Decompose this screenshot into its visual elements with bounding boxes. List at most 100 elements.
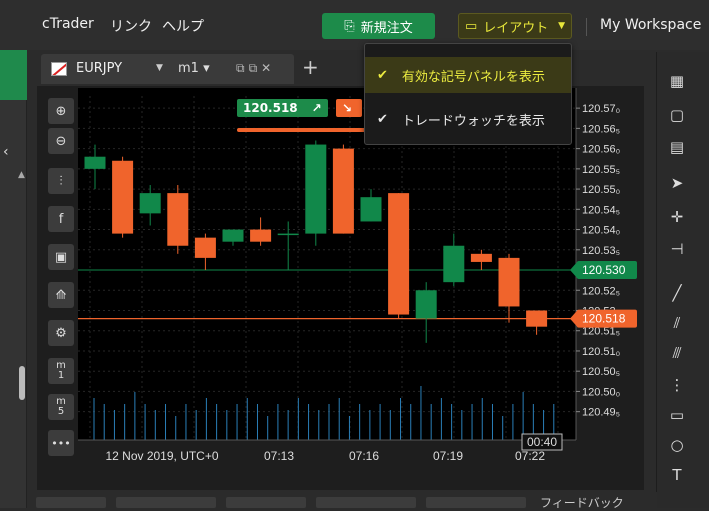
y-tick-label: 120.52₅ xyxy=(582,285,620,297)
single-layout-icon[interactable]: ▢ xyxy=(666,104,688,126)
candle-body xyxy=(415,290,437,319)
workspace-label[interactable]: My Workspace xyxy=(600,17,701,33)
check-icon: ✔ xyxy=(377,67,388,83)
add-tab-icon[interactable]: + xyxy=(302,55,319,79)
fibonacci-icon[interactable]: ⋮ xyxy=(666,374,688,396)
candle-body xyxy=(112,160,134,234)
y-tick-label: 120.50₅ xyxy=(582,366,620,378)
candle-body xyxy=(470,253,492,262)
candle-body xyxy=(360,197,382,222)
candle-body xyxy=(167,193,189,246)
bottom-tab[interactable] xyxy=(36,497,106,508)
timeframe-select[interactable]: m1 ▾ xyxy=(178,61,210,76)
candle-body xyxy=(388,193,410,315)
y-tick-label: 120.54₀ xyxy=(582,225,620,237)
menu-ctrader[interactable]: cTrader xyxy=(42,16,94,32)
menu-item-show-symbol-panel[interactable]: ✔ 有効な記号パネルを表示 xyxy=(365,57,571,93)
new-order-icon: ⎘ xyxy=(344,18,355,34)
x-tick-label: 07:16 xyxy=(349,449,379,463)
menu-help[interactable]: ヘルプ xyxy=(162,16,204,36)
y-tick-label: 120.50₀ xyxy=(582,386,620,398)
buy-arrow-icon: ↗ xyxy=(311,101,322,115)
tab-window-icons[interactable]: ⧉⧉✕ xyxy=(236,61,275,76)
y-tick-label: 120.49₅ xyxy=(582,407,620,419)
menu-item-show-tradewatch[interactable]: ✔ トレードウォッチを表示 xyxy=(365,101,571,137)
menu-item-label: 有効な記号パネルを表示 xyxy=(401,69,545,85)
indicators-icon[interactable]: ⟰ xyxy=(48,282,74,308)
text-icon[interactable]: T xyxy=(666,464,688,486)
top-divider xyxy=(586,18,587,36)
ellipse-icon[interactable]: ○ xyxy=(666,434,688,456)
feedback-button[interactable]: フィードバック xyxy=(540,494,624,511)
menu-item-label: トレードウォッチを表示 xyxy=(401,113,545,129)
ask-price-label: 120.530 xyxy=(582,263,626,277)
candle-body xyxy=(277,233,299,236)
candle-body xyxy=(498,257,520,307)
y-tick-label: 120.56₅ xyxy=(582,123,620,135)
zoom-out-icon[interactable]: ⊖ xyxy=(48,128,74,154)
y-tick-label: 120.55₀ xyxy=(582,184,620,196)
grid-layout-icon[interactable]: ▦ xyxy=(666,70,688,92)
chevron-down-icon: ▼ xyxy=(558,21,565,31)
candle-body xyxy=(443,245,465,283)
candle-body xyxy=(139,193,161,214)
buy-quote-button[interactable]: 120.518 ↗ xyxy=(237,99,328,117)
sell-arrow-icon: ↘ xyxy=(342,101,353,115)
more-icon[interactable]: ••• xyxy=(48,430,74,456)
scroll-up-arrow-icon[interactable]: ▲ xyxy=(18,170,25,180)
symbol-flag-icon xyxy=(51,62,67,76)
candle-body xyxy=(194,237,216,258)
pitchfork-icon[interactable]: ⫽ xyxy=(666,312,688,334)
y-tick-label: 120.51₀ xyxy=(582,346,620,358)
cursor-icon[interactable]: ➤ xyxy=(666,172,688,194)
candle-body xyxy=(222,229,244,242)
bottom-tab[interactable] xyxy=(116,497,216,508)
symbol-name[interactable]: EURJPY xyxy=(76,61,122,76)
candles-icon[interactable]: ⫶ xyxy=(48,168,74,194)
left-active-indicator xyxy=(0,48,27,100)
left-scrollbar-handle[interactable] xyxy=(19,366,25,400)
y-tick-label: 120.57₀ xyxy=(582,103,620,115)
y-tick-label: 120.54₅ xyxy=(582,204,620,216)
channel-icon[interactable]: ⫻ xyxy=(666,342,688,364)
facebook-icon[interactable]: f xyxy=(48,206,74,232)
candle-body xyxy=(305,144,327,234)
x-tick-label: 07:22 xyxy=(515,449,545,463)
trend-line-icon[interactable]: ╱ xyxy=(666,282,688,304)
symbol-dropdown-icon[interactable]: ▼ xyxy=(156,63,163,73)
bottom-tab[interactable] xyxy=(426,497,526,508)
check-icon: ✔ xyxy=(377,111,388,127)
new-order-label: 新規注文 xyxy=(360,20,413,36)
horizontal-line-icon[interactable]: ⊣ xyxy=(666,238,688,260)
x-tick-label: 07:13 xyxy=(264,449,294,463)
buy-price: 120.518 xyxy=(243,101,298,115)
cursor-time-label: 00:40 xyxy=(527,435,557,449)
crosshair-icon[interactable]: ✛ xyxy=(666,206,688,228)
zoom-in-icon[interactable]: ⊕ xyxy=(48,98,74,124)
candle-body xyxy=(526,310,548,327)
y-tick-label: 120.55₅ xyxy=(582,164,620,176)
layout-icon: ▭ xyxy=(465,18,478,34)
m1-timeframe[interactable]: m1 xyxy=(48,358,74,384)
chart-tool-column: ⊕ ⊖ ⫶ f ▣ ⟰ ⚙ m1 m5 ••• xyxy=(44,92,76,462)
split-layout-icon[interactable]: ▤ xyxy=(666,136,688,158)
robot-icon[interactable]: ▣ xyxy=(48,244,74,270)
chart-settings-icon[interactable]: ⚙ xyxy=(48,320,74,346)
layout-dropdown-menu: ✔ 有効な記号パネルを表示 ✔ トレードウォッチを表示 xyxy=(364,43,572,145)
sell-quote-button[interactable]: ↘ xyxy=(336,99,362,117)
spread-bar xyxy=(237,128,367,132)
bottom-tab[interactable] xyxy=(226,497,306,508)
new-order-button[interactable]: ⎘ 新規注文 xyxy=(322,13,435,39)
candlestick-chart[interactable]: 120.57₀ 120.56₅ 120.56₀ 120.55₅ 120.55₀ 120.5… xyxy=(78,88,644,468)
menu-link[interactable]: リンク xyxy=(110,16,152,36)
x-tick-label: 12 Nov 2019, UTC+0 xyxy=(105,449,218,463)
candle-body xyxy=(84,156,106,169)
candle-body xyxy=(250,229,272,242)
layout-button[interactable]: ▭ レイアウト ▼ xyxy=(458,13,572,39)
bid-price-label: 120.518 xyxy=(582,312,626,326)
collapse-chevron-icon[interactable]: ‹ xyxy=(3,144,9,160)
m5-timeframe[interactable]: m5 xyxy=(48,394,74,420)
rectangle-icon[interactable]: ▭ xyxy=(666,404,688,426)
candle-body xyxy=(332,148,354,234)
bottom-tab[interactable] xyxy=(316,497,416,508)
